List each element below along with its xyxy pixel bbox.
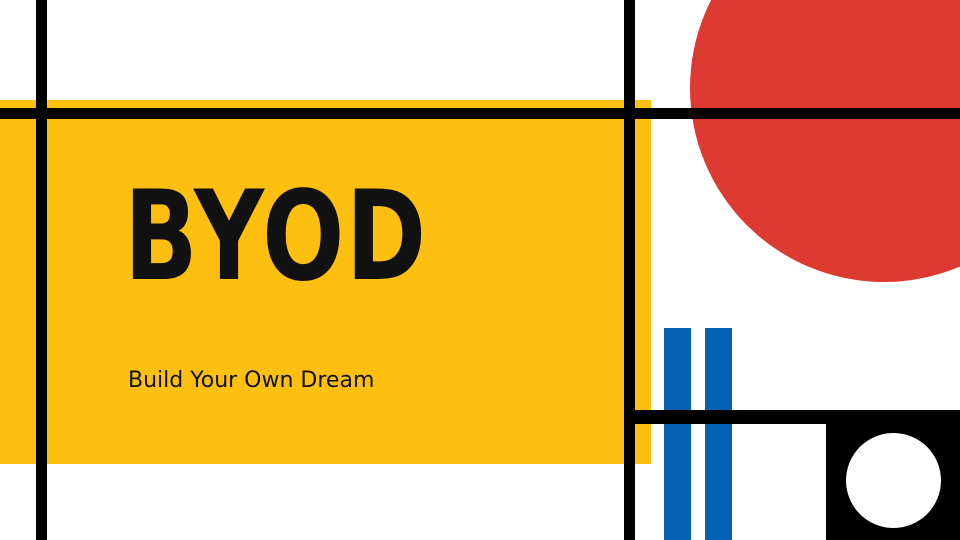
slide-title: BYOD: [124, 165, 428, 309]
vertical-line-left: [36, 0, 47, 540]
blue-bar-left: [664, 328, 691, 540]
slide-subtitle: Build Your Own Dream: [128, 368, 375, 393]
horizontal-line-bottom: [624, 410, 960, 424]
vertical-line-right: [624, 0, 635, 540]
white-circle: [846, 433, 941, 528]
blue-bar-right: [705, 328, 732, 540]
title-slide: BYOD Build Your Own Dream: [0, 0, 960, 540]
red-circle: [690, 0, 960, 282]
horizontal-line-top: [0, 108, 960, 119]
